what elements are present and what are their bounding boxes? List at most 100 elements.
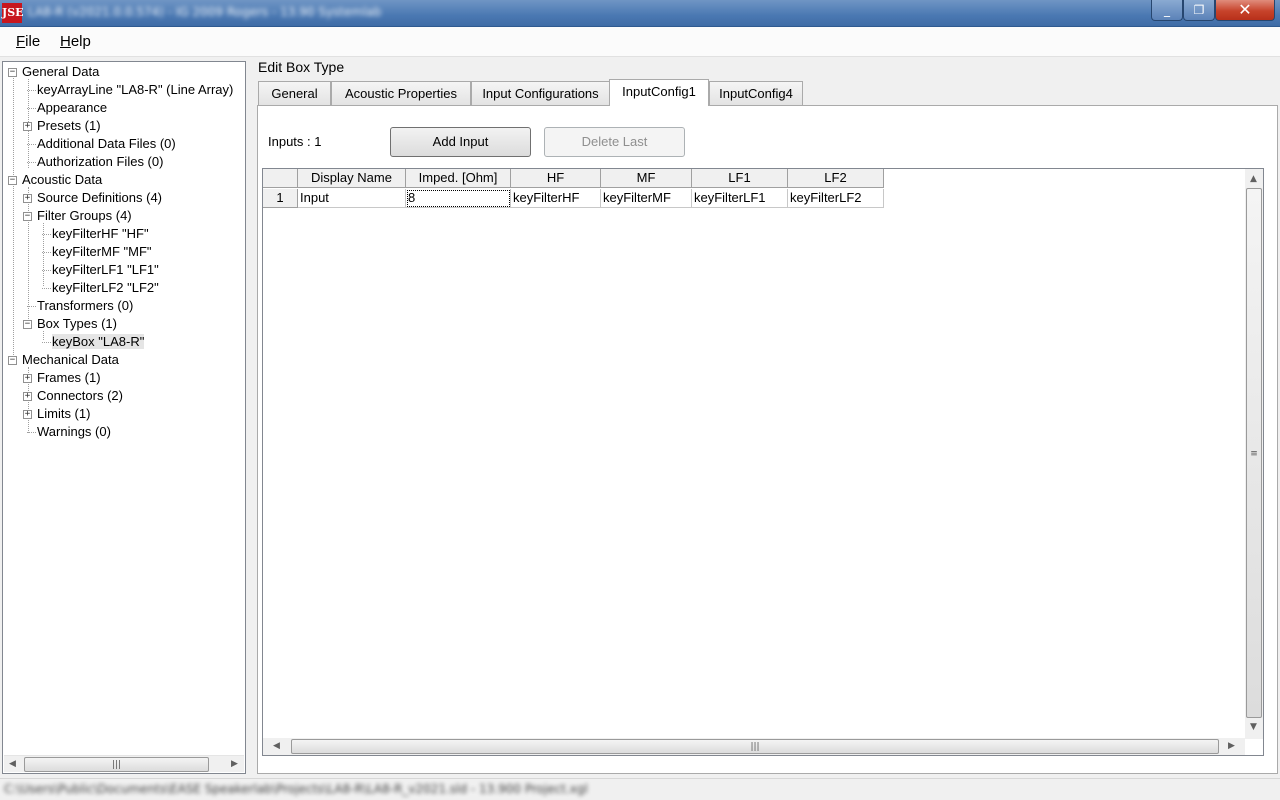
grid-horizontal-scrollbar[interactable]: ◀ ||| ▶ — [263, 738, 1245, 755]
tree-item[interactable]: Frames (1) — [37, 369, 101, 387]
tree-line — [42, 234, 51, 235]
collapse-icon[interactable]: − — [23, 212, 32, 221]
inputs-count: Inputs : 1 — [268, 134, 322, 149]
app-icon: JSE — [2, 3, 24, 23]
grid-cell[interactable]: keyFilterMF — [601, 189, 692, 208]
scroll-thumb[interactable]: ||| — [291, 739, 1219, 754]
tree-horizontal-scrollbar[interactable]: ◀ ||| ▶ — [4, 755, 244, 772]
minimize-button[interactable]: _ — [1151, 0, 1183, 21]
scroll-thumb[interactable]: ≡ — [1246, 188, 1262, 718]
tree-line — [27, 90, 36, 91]
status-text: C:\Users\Public\Documents\EASE Speakerla… — [4, 782, 588, 796]
grid-cell[interactable]: 8 — [406, 189, 511, 208]
tree-item[interactable]: Authorization Files (0) — [37, 153, 163, 171]
tree-item[interactable]: Acoustic Data — [22, 171, 102, 189]
tree-item[interactable]: Box Types (1) — [37, 315, 117, 333]
tree-item[interactable]: Warnings (0) — [37, 423, 111, 441]
navigation-tree[interactable]: General Data − keyArrayLine "LA8-R" (Line … — [2, 61, 246, 774]
tree-item[interactable]: Additional Data Files (0) — [37, 135, 176, 153]
collapse-icon[interactable]: − — [8, 68, 17, 77]
grid-cell[interactable]: keyFilterLF1 — [692, 189, 788, 208]
add-input-button[interactable]: Add Input — [390, 127, 531, 157]
tree-item-label: Presets (1) — [37, 118, 101, 133]
tree-line — [27, 432, 36, 433]
tree-line — [27, 144, 36, 145]
tree-item[interactable]: General Data — [22, 63, 99, 81]
tab-acoustic-properties[interactable]: Acoustic Properties — [331, 81, 471, 105]
editor-title: Edit Box Type — [258, 59, 345, 75]
tree-item[interactable]: Connectors (2) — [37, 387, 123, 405]
scroll-right-icon[interactable]: ▶ — [226, 756, 243, 773]
tree-item-label: Transformers (0) — [37, 298, 134, 313]
tree-line — [42, 342, 51, 343]
expand-icon[interactable]: + — [23, 122, 32, 131]
grid-cell[interactable]: Input — [298, 189, 406, 208]
expand-icon[interactable]: + — [23, 194, 32, 203]
grid-cell[interactable]: keyFilterHF — [511, 189, 601, 208]
tree-line — [27, 108, 36, 109]
tree-item-label: keyFilterHF "HF" — [52, 226, 149, 241]
tree-item[interactable]: Transformers (0) — [37, 297, 133, 315]
tree-item[interactable]: keyFilterHF "HF" — [52, 225, 149, 243]
tree-item[interactable]: Limits (1) — [37, 405, 90, 423]
tree-item-label: Warnings (0) — [37, 424, 111, 439]
menu-help[interactable]: Help — [60, 33, 91, 50]
tree-item[interactable]: Filter Groups (4) — [37, 207, 132, 225]
tree-item-label: Additional Data Files (0) — [37, 136, 176, 151]
scroll-thumb[interactable]: ||| — [24, 757, 209, 772]
tree-item-label: Frames (1) — [37, 370, 101, 385]
scroll-left-icon[interactable]: ◀ — [4, 756, 21, 773]
tab-inputconfig1[interactable]: InputConfig1 — [609, 79, 709, 106]
scroll-up-icon[interactable]: ▲ — [1245, 171, 1262, 188]
scroll-down-icon[interactable]: ▼ — [1245, 719, 1262, 736]
expand-icon[interactable]: + — [23, 410, 32, 419]
column-header[interactable]: LF2 — [788, 169, 884, 188]
grid-cell[interactable]: keyFilterLF2 — [788, 189, 884, 208]
tree-item[interactable]: keyFilterLF1 "LF1" — [52, 261, 159, 279]
tree-item[interactable]: keyFilterLF2 "LF2" — [52, 279, 159, 297]
maximize-button[interactable]: ❐ — [1183, 0, 1215, 21]
tree-item-label: Acoustic Data — [22, 172, 103, 187]
tree-item[interactable]: Source Definitions (4) — [37, 189, 162, 207]
inputs-grid[interactable]: Display Name Imped. [Ohm] HF MF LF1 LF2 1 Input… — [262, 168, 1264, 756]
tree-line — [13, 75, 14, 361]
title-bar: JSE LA8-R (v2021.0.0.574) - IG 2009 Roge… — [0, 0, 1280, 27]
tree-item-label: Authorization Files (0) — [37, 154, 164, 169]
tree-item[interactable]: Mechanical Data — [22, 351, 119, 369]
tree-item[interactable]: keyBox "LA8-R" — [52, 333, 145, 351]
row-header[interactable]: 1 — [263, 189, 298, 208]
collapse-icon[interactable]: − — [8, 176, 17, 185]
tree-item[interactable]: Presets (1) — [37, 117, 101, 135]
tree-item-label: Mechanical Data — [22, 352, 119, 367]
tree-item[interactable]: keyArrayLine "LA8-R" (Line Array) — [37, 81, 233, 99]
column-header[interactable]: MF — [601, 169, 692, 188]
tree-item[interactable]: Appearance — [37, 99, 107, 117]
splitter[interactable] — [248, 57, 252, 777]
scroll-right-icon[interactable]: ▶ — [1223, 738, 1240, 755]
expand-icon[interactable]: + — [23, 374, 32, 383]
menu-file[interactable]: File — [16, 33, 40, 50]
tab-inputconfig4[interactable]: InputConfig4 — [709, 81, 803, 105]
tab-input-configurations[interactable]: Input Configurations — [471, 81, 610, 105]
delete-last-button[interactable]: Delete Last — [544, 127, 685, 157]
column-header[interactable]: HF — [511, 169, 601, 188]
expand-icon[interactable]: + — [23, 392, 32, 401]
collapse-icon[interactable]: − — [23, 320, 32, 329]
grid-vertical-scrollbar[interactable]: ▲ ≡ ▼ — [1245, 169, 1263, 739]
tree-item-label: keyFilterLF2 "LF2" — [52, 280, 159, 295]
tree-item-label: Box Types (1) — [37, 316, 117, 331]
tree-item-label: keyFilterMF "MF" — [52, 244, 152, 259]
column-header[interactable]: LF1 — [692, 169, 788, 188]
close-button[interactable]: ✕ — [1215, 0, 1275, 21]
scroll-left-icon[interactable]: ◀ — [268, 738, 285, 755]
column-header[interactable]: Display Name — [298, 169, 406, 188]
grid-corner[interactable] — [263, 169, 298, 188]
menu-bar: File Help — [0, 27, 1280, 57]
tree-item[interactable]: keyFilterMF "MF" — [52, 243, 152, 261]
tree-item-label: keyArrayLine "LA8-R" (Line Array) — [37, 82, 234, 97]
tree-item-label: Source Definitions (4) — [37, 190, 162, 205]
collapse-icon[interactable]: − — [8, 356, 17, 365]
window-title: LA8-R (v2021.0.0.574) - IG 2009 Rogers -… — [28, 5, 382, 19]
column-header[interactable]: Imped. [Ohm] — [406, 169, 511, 188]
tab-general[interactable]: General — [258, 81, 331, 105]
